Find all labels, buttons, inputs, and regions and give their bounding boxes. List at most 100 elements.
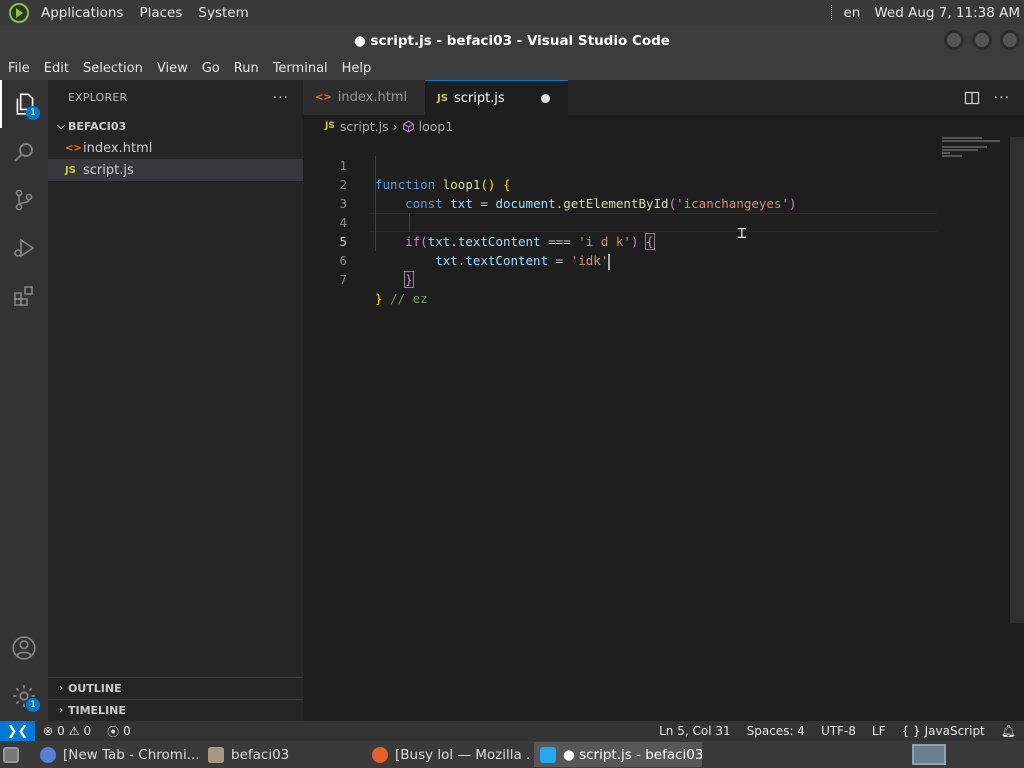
ports-status[interactable]: ⦿ 0: [99, 723, 139, 740]
more-actions-icon[interactable]: ···: [994, 90, 1010, 106]
taskbar-item-firefox[interactable]: [Busy lol — Mozilla ...: [366, 742, 530, 767]
method-icon: [402, 120, 414, 132]
braces-icon: { }: [901, 724, 921, 738]
source-control-activity[interactable]: [0, 176, 48, 224]
clock[interactable]: Wed Aug 7, 11:38 AM: [860, 5, 1024, 21]
timeline-title: TIMELINE: [68, 704, 126, 717]
ports-count: 0: [123, 724, 131, 738]
manage-badge: 1: [26, 698, 40, 712]
code-line: 7 } // ez: [303, 251, 943, 306]
account-icon: [12, 636, 36, 660]
language-mode[interactable]: { } JavaScript: [894, 724, 993, 738]
code-line: 1 function loop1() {: [303, 137, 943, 192]
notifications-bell-icon[interactable]: 🔔︎: [993, 724, 1024, 738]
system-menu[interactable]: System: [190, 5, 256, 21]
status-bar: ❯❮ ⊗ 0 ⚠ 0 ⦿ 0 Ln 5, Col 31 Spaces: 4 UT…: [0, 721, 1024, 741]
encoding-status[interactable]: UTF-8: [813, 724, 864, 738]
applications-menu[interactable]: Applications: [33, 5, 131, 21]
unsaved-dot-icon[interactable]: [541, 93, 550, 103]
explorer-title: EXPLORER: [68, 91, 128, 104]
vertical-scrollbar[interactable]: [1010, 137, 1024, 623]
keyboard-layout-indicator[interactable]: en: [843, 5, 860, 21]
cursor-position[interactable]: Ln 5, Col 31: [651, 724, 739, 738]
editor-area: <> index.html JS script.js ··· JS script…: [303, 80, 1024, 721]
run-debug-activity[interactable]: [0, 224, 48, 272]
search-activity[interactable]: [0, 128, 48, 176]
file-name: index.html: [83, 140, 153, 156]
js-file-icon: JS: [65, 164, 76, 176]
code-line: 3: [303, 175, 943, 211]
menu-file[interactable]: File: [0, 61, 37, 76]
source-control-icon: [15, 189, 33, 211]
editor-actions: ···: [964, 80, 1010, 115]
desktop-icon: [3, 746, 19, 763]
chromium-icon: [40, 746, 56, 763]
manage-activity[interactable]: 1: [0, 672, 48, 720]
explorer-activity[interactable]: 1: [0, 80, 48, 128]
warning-count: 0: [83, 724, 92, 738]
outline-section[interactable]: › OUTLINE: [48, 677, 303, 699]
chevron-right-icon: ›: [58, 683, 64, 694]
outline-title: OUTLINE: [68, 682, 122, 695]
firefox-icon: [372, 746, 388, 763]
task-label: befaci03: [231, 746, 290, 763]
menu-selection[interactable]: Selection: [76, 61, 150, 76]
taskbar-item-befaci03[interactable]: befaci03: [202, 742, 362, 767]
panel-separator: [831, 5, 833, 20]
workspace-switcher[interactable]: [912, 744, 946, 765]
taskbar-item-vscode[interactable]: ● script.js - befaci03...: [534, 742, 702, 767]
minimize-button[interactable]: [944, 30, 964, 50]
more-actions-icon[interactable]: ···: [273, 90, 289, 106]
tab-script-js[interactable]: JS script.js: [425, 80, 568, 115]
tab-index-html[interactable]: <> index.html: [303, 80, 425, 115]
system-top-panel: Applications Places System en Wed Aug 7,…: [0, 0, 1024, 25]
warning-icon: ⚠: [68, 724, 80, 738]
search-icon: [14, 143, 33, 162]
code-line: 2 const txt = document.getElementById('i…: [303, 156, 943, 211]
tab-label: script.js: [453, 90, 505, 106]
remote-icon: ❯❮: [6, 723, 29, 739]
breadcrumb-file[interactable]: script.js: [340, 119, 389, 134]
menu-help[interactable]: Help: [335, 61, 379, 76]
split-editor-icon[interactable]: [964, 90, 980, 106]
remote-indicator[interactable]: ❯❮: [0, 721, 35, 741]
distro-logo-icon[interactable]: [9, 2, 29, 23]
extensions-activity[interactable]: [0, 272, 48, 320]
folder-befaci03[interactable]: ⌵ BEFACI03: [48, 115, 303, 137]
maximize-button[interactable]: [972, 30, 992, 50]
task-label: [Busy lol — Mozilla ...: [395, 746, 530, 763]
file-index-html[interactable]: <> index.html: [48, 137, 303, 159]
menu-edit[interactable]: Edit: [37, 61, 76, 76]
indentation-status[interactable]: Spaces: 4: [739, 724, 813, 738]
code-text: } // ez: [375, 291, 428, 306]
menu-run[interactable]: Run: [227, 61, 266, 76]
window-titlebar[interactable]: ● script.js - befaci03 - Visual Studio C…: [0, 25, 1024, 56]
menu-terminal[interactable]: Terminal: [266, 61, 335, 76]
eol-status[interactable]: LF: [864, 724, 894, 738]
js-file-icon: JS: [325, 121, 335, 131]
file-script-js[interactable]: JS script.js: [48, 159, 303, 181]
code-line: 5 txt.textContent = 'idk': [303, 213, 943, 270]
menu-view[interactable]: View: [150, 61, 195, 76]
accounts-activity[interactable]: [0, 624, 48, 672]
show-desktop-button[interactable]: [0, 742, 30, 767]
taskbar-item-chromium[interactable]: [New Tab - Chromi...: [34, 742, 198, 767]
task-label: [New Tab - Chromi...: [63, 746, 198, 763]
close-button[interactable]: [1000, 30, 1020, 50]
minimap[interactable]: [942, 137, 1002, 157]
code-editor[interactable]: 1 function loop1() { 2 const txt = docum…: [303, 137, 943, 306]
chevron-down-icon: ⌵: [57, 120, 65, 132]
explorer-badge: 1: [26, 106, 40, 120]
places-menu[interactable]: Places: [131, 5, 190, 21]
breadcrumb: JS script.js › loop1: [303, 115, 1024, 137]
extensions-icon: [14, 286, 33, 306]
vscode-icon: [540, 746, 556, 763]
menu-go[interactable]: Go: [195, 61, 227, 76]
explorer-sidebar: EXPLORER ··· ⌵ BEFACI03 <> index.html JS…: [48, 80, 303, 721]
timeline-section[interactable]: › TIMELINE: [48, 699, 303, 721]
folder-icon: [208, 746, 224, 763]
breadcrumb-symbol[interactable]: loop1: [419, 119, 454, 134]
broadcast-icon: ⦿: [107, 724, 120, 739]
task-label: ● script.js - befaci03...: [563, 746, 702, 763]
problems-status[interactable]: ⊗ 0 ⚠ 0: [35, 724, 99, 738]
